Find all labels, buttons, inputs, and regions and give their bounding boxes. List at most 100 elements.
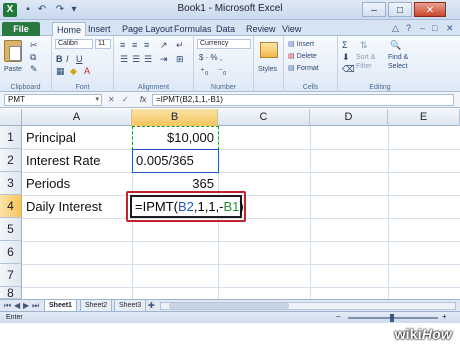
tab-review[interactable]: Review xyxy=(246,22,276,36)
find-select-icon[interactable]: 🔍 xyxy=(390,40,401,50)
sort-filter-label-2[interactable]: Filter xyxy=(356,63,372,71)
row-header-2[interactable]: 2 xyxy=(0,149,22,172)
horizontal-scrollbar[interactable] xyxy=(160,302,456,310)
redo-icon[interactable]: ↷ xyxy=(54,4,66,16)
row-header-6[interactable]: 6 xyxy=(0,241,22,264)
qat-dropdown-icon[interactable]: ▾ xyxy=(68,4,80,16)
font-name-dropdown[interactable]: Calibri xyxy=(55,39,93,49)
cancel-formula-icon[interactable]: ✕ xyxy=(108,95,115,104)
first-sheet-icon[interactable]: ⏮ xyxy=(4,301,11,311)
styles-label[interactable]: Styles xyxy=(258,66,277,74)
styles-icon[interactable] xyxy=(260,42,278,58)
number-format-dropdown[interactable]: Currency xyxy=(197,39,251,49)
increase-decimal-icon[interactable]: ⁺₀ xyxy=(200,66,209,76)
tab-data[interactable]: Data xyxy=(216,22,235,36)
maximize-button[interactable]: □ xyxy=(388,2,412,17)
doc-close-icon[interactable]: ✕ xyxy=(446,23,454,34)
name-box[interactable]: PMT ▾ xyxy=(4,94,102,106)
excel-logo-icon[interactable]: X xyxy=(3,3,17,17)
insert-sheet-icon[interactable]: ✚ xyxy=(148,301,155,311)
column-header-b[interactable]: B xyxy=(132,109,218,126)
format-painter-icon[interactable]: ✎ xyxy=(30,64,38,74)
align-center-icon[interactable]: ☰ xyxy=(132,54,140,64)
wrap-text-icon[interactable]: ↵ xyxy=(176,40,184,50)
row-header-8[interactable]: 8 xyxy=(0,287,22,299)
insert-cells-button[interactable]: ▤ Insert xyxy=(288,41,314,49)
align-middle-icon[interactable]: ≡ xyxy=(132,40,137,50)
align-top-icon[interactable]: ≡ xyxy=(120,40,125,50)
cut-icon[interactable]: ✂ xyxy=(30,40,38,50)
tab-home[interactable]: Home xyxy=(52,22,87,36)
cell-a3[interactable]: Periods xyxy=(22,172,132,195)
row-header-4[interactable]: 4 xyxy=(0,195,22,218)
zoom-thumb[interactable] xyxy=(390,314,394,322)
merge-center-icon[interactable]: ⊞ xyxy=(176,54,184,64)
gridline xyxy=(22,287,460,288)
align-right-icon[interactable]: ☰ xyxy=(144,54,152,64)
zoom-slider[interactable]: – + xyxy=(334,312,454,322)
fill-color-icon[interactable]: ◆ xyxy=(70,66,77,76)
tab-view[interactable]: View xyxy=(282,22,301,36)
help-icon[interactable]: ? xyxy=(406,23,411,33)
tab-file[interactable]: File xyxy=(2,22,40,36)
doc-minimize-icon[interactable]: – xyxy=(420,23,425,33)
clear-icon[interactable]: ⌫ xyxy=(342,64,355,74)
tab-page-layout[interactable]: Page Layout xyxy=(122,22,173,36)
font-color-icon[interactable]: A xyxy=(84,66,90,76)
cell-a2[interactable]: Interest Rate xyxy=(22,149,132,172)
align-left-icon[interactable]: ☰ xyxy=(120,54,128,64)
row-header-1[interactable]: 1 xyxy=(0,126,22,149)
row-header-5[interactable]: 5 xyxy=(0,218,22,241)
select-all-corner[interactable] xyxy=(0,109,22,126)
column-header-e[interactable]: E xyxy=(388,109,460,126)
prev-sheet-icon[interactable]: ◀ xyxy=(14,301,20,311)
fill-icon[interactable]: ⬇ xyxy=(342,52,350,62)
column-header-a[interactable]: A xyxy=(22,109,132,126)
insert-cells-icon: ▤ xyxy=(288,41,297,48)
row-header-7[interactable]: 7 xyxy=(0,264,22,287)
enter-formula-icon[interactable]: ✓ xyxy=(122,95,129,104)
format-cells-button[interactable]: ▤ Format xyxy=(288,65,319,73)
bold-icon[interactable]: B xyxy=(56,54,63,64)
row-header-3[interactable]: 3 xyxy=(0,172,22,195)
undo-icon[interactable]: ↶ xyxy=(36,4,48,16)
column-header-c[interactable]: C xyxy=(218,109,310,126)
name-box-dropdown-icon[interactable]: ▾ xyxy=(95,95,99,105)
align-bottom-icon[interactable]: ≡ xyxy=(144,40,149,50)
format-cells-label: Format xyxy=(296,65,319,72)
insert-function-icon[interactable]: fx xyxy=(140,94,146,106)
sort-filter-label-1[interactable]: Sort & xyxy=(356,54,375,62)
delete-cells-button[interactable]: ▤ Delete xyxy=(288,53,317,61)
paste-icon[interactable] xyxy=(4,40,22,62)
next-sheet-icon[interactable]: ▶ xyxy=(23,301,29,311)
horizontal-scrollbar-thumb[interactable] xyxy=(169,303,289,309)
underline-icon[interactable]: U xyxy=(76,54,83,64)
zoom-out-icon[interactable]: – xyxy=(336,312,340,321)
orientation-icon[interactable]: ↗ xyxy=(160,40,168,50)
close-button[interactable]: ✕ xyxy=(414,2,446,17)
tab-formulas[interactable]: Formulas xyxy=(174,22,212,36)
find-select-label-1[interactable]: Find & xyxy=(388,54,408,62)
number-format-buttons[interactable]: $ · % , xyxy=(199,54,222,62)
italic-icon[interactable]: I xyxy=(66,54,69,64)
find-select-label-2[interactable]: Select xyxy=(388,63,407,71)
doc-restore-icon[interactable]: □ xyxy=(432,23,437,33)
minimize-button[interactable]: – xyxy=(362,2,386,17)
autosum-icon[interactable]: Σ xyxy=(342,40,348,50)
sort-filter-icon[interactable]: ⇅ xyxy=(360,40,368,50)
cell-a1[interactable]: Principal xyxy=(22,126,132,149)
column-header-d[interactable]: D xyxy=(310,109,388,126)
paste-label[interactable]: Paste xyxy=(4,66,22,74)
zoom-in-icon[interactable]: + xyxy=(442,312,447,321)
formula-input[interactable]: =IPMT(B2,1,1,-B1) xyxy=(152,94,454,106)
copy-icon[interactable]: ⧉ xyxy=(30,52,36,62)
decrease-decimal-icon[interactable]: ⁻₀ xyxy=(218,66,227,76)
save-icon[interactable]: ▪ xyxy=(22,4,34,16)
tab-insert[interactable]: Insert xyxy=(88,22,111,36)
cell-a4[interactable]: Daily Interest xyxy=(22,195,132,218)
last-sheet-icon[interactable]: ⏭ xyxy=(32,301,39,311)
minimize-ribbon-icon[interactable]: △ xyxy=(392,23,399,34)
borders-icon[interactable]: ▦ xyxy=(56,66,65,76)
font-size-dropdown[interactable]: 11 xyxy=(95,39,111,49)
indent-icon[interactable]: ⇥ xyxy=(160,54,168,64)
